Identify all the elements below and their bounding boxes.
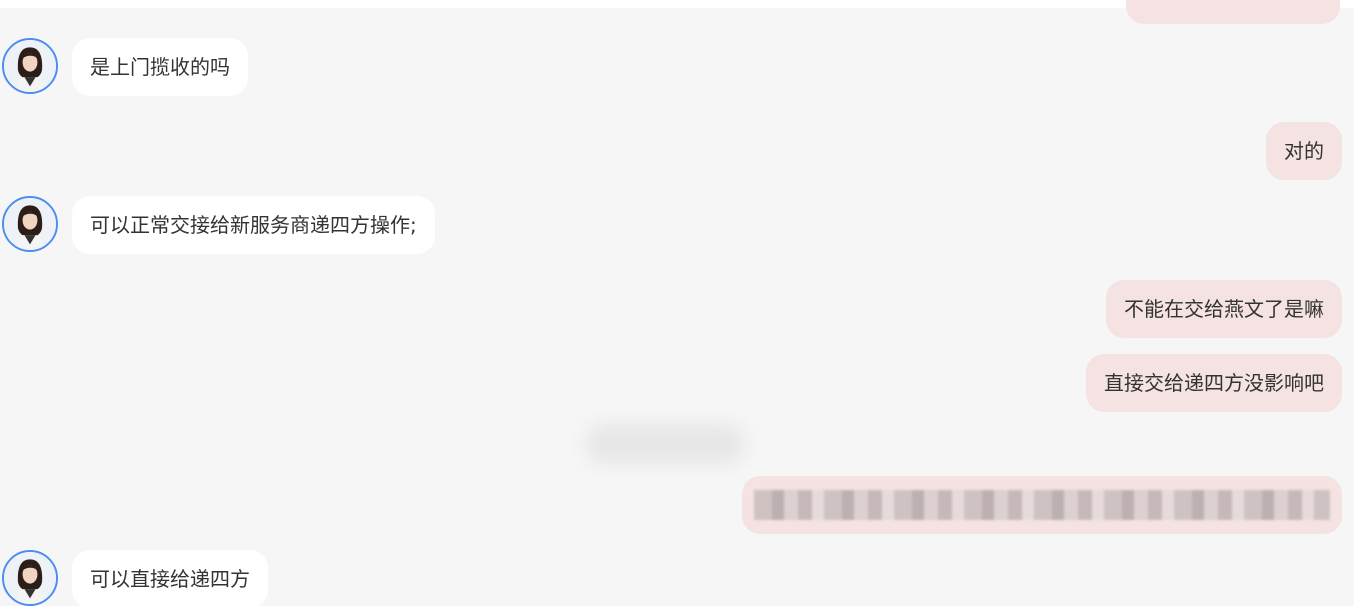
system-notice-redacted xyxy=(585,424,745,464)
agent-avatar-icon[interactable] xyxy=(2,550,58,606)
message-text: 不能在交给燕文了是嘛 xyxy=(1124,297,1324,321)
redacted-text xyxy=(754,490,1330,520)
message-bubble-incoming[interactable]: 是上门揽收的吗 xyxy=(72,38,248,96)
chat-message-list[interactable]: 是上门揽收的吗 对的 可以正常交接给新服务商递四方操作; 不能在交给燕文了是嘛 … xyxy=(0,0,1354,606)
message-bubble-outgoing[interactable]: 对的 xyxy=(1266,122,1342,180)
message-text: 直接交给递四方没影响吧 xyxy=(1104,371,1324,395)
message-text: 可以正常交接给新服务商递四方操作; xyxy=(90,213,417,237)
message-bubble-outgoing[interactable]: 不能在交给燕文了是嘛 xyxy=(1106,280,1342,338)
message-text: 可以直接给递四方 xyxy=(90,567,250,591)
message-text: 是上门揽收的吗 xyxy=(90,55,230,79)
agent-avatar-icon[interactable] xyxy=(2,38,58,94)
message-bubble-incoming[interactable]: 可以正常交接给新服务商递四方操作; xyxy=(72,196,435,254)
agent-avatar-icon[interactable] xyxy=(2,196,58,252)
message-bubble-incoming[interactable]: 可以直接给递四方 xyxy=(72,550,268,606)
message-text: 对的 xyxy=(1284,139,1324,163)
message-bubble-partial xyxy=(1126,0,1340,24)
message-bubble-outgoing-redacted[interactable] xyxy=(742,476,1342,534)
message-bubble-outgoing[interactable]: 直接交给递四方没影响吧 xyxy=(1086,354,1342,412)
